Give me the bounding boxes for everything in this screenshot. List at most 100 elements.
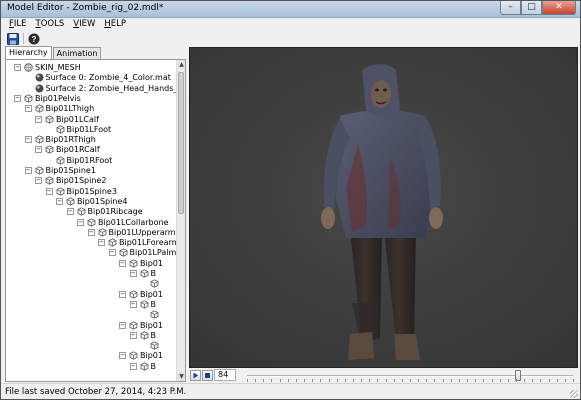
bone-icon: [98, 228, 107, 237]
tree-expander-icon[interactable]: −: [108, 249, 116, 257]
3d-viewport[interactable]: [189, 47, 578, 368]
scroll-down-arrow[interactable]: ▼: [177, 372, 185, 381]
title-bar[interactable]: Model Editor - Zombie_rig_02.mdl* – □ ✕: [1, 1, 580, 18]
bone-icon: [56, 125, 65, 134]
window-controls: – □ ✕: [500, 1, 576, 16]
tree-node-label: B: [150, 361, 157, 371]
play-icon: [193, 372, 198, 379]
help-button[interactable]: ?: [28, 33, 40, 45]
bone-icon: [150, 279, 159, 288]
timeline-tick: [475, 379, 477, 382]
window-title: Model Editor - Zombie_rig_02.mdl*: [7, 3, 164, 13]
timeline-tick: [247, 379, 248, 382]
save-icon: [7, 32, 19, 45]
bone-icon: [140, 331, 149, 340]
timeline-tick: [295, 379, 297, 382]
tree-expander-icon[interactable]: −: [24, 167, 32, 174]
timeline-tick: [483, 379, 485, 382]
tree-vertical-scrollbar[interactable]: ▲ ▼: [176, 60, 185, 381]
timeline-tick: [573, 379, 574, 382]
timeline-slider-track[interactable]: [247, 375, 573, 377]
frame-number-input[interactable]: 84: [214, 369, 236, 381]
bone-icon: [56, 186, 65, 196]
tab-hierarchy[interactable]: Hierarchy: [5, 46, 52, 59]
tree-node-label: B: [150, 299, 157, 309]
bone-icon: [45, 145, 54, 155]
bone-icon: [45, 114, 54, 124]
tree-expander-icon[interactable]: −: [35, 115, 42, 123]
bone-icon: [24, 94, 33, 103]
status-bar: File last saved October 27, 2014, 4:23 P…: [1, 383, 580, 399]
tree-expander-icon[interactable]: −: [98, 239, 105, 247]
timeline-tick: [499, 379, 501, 382]
hierarchy-tree[interactable]: − SKIN_MESH Surface 0: Zombie_4_Color.mat S…: [6, 60, 177, 381]
bone-icon: [35, 135, 44, 144]
timeline-tick: [507, 379, 509, 382]
tree-expander-icon[interactable]: −: [45, 187, 53, 195]
timeline-tick: [434, 379, 436, 382]
tree-expander-icon[interactable]: −: [129, 270, 137, 277]
tree-expander-icon[interactable]: −: [119, 259, 126, 267]
menu-tools[interactable]: TOOLS: [36, 18, 65, 31]
menu-view-label: IEW: [79, 19, 96, 29]
bone-icon: [66, 197, 75, 206]
tree-node-label: B: [150, 330, 157, 340]
bone-icon: [129, 351, 138, 361]
tree-expander-icon[interactable]: −: [14, 94, 21, 102]
menu-file-label: ILE: [13, 19, 27, 29]
hierarchy-tree-box: − SKIN_MESH Surface 0: Zombie_4_Color.mat S…: [5, 59, 186, 382]
timeline-tick: [279, 379, 281, 382]
tree-expander-icon[interactable]: −: [129, 331, 137, 339]
tree-expander-icon[interactable]: −: [87, 228, 95, 236]
tree-expander-icon[interactable]: −: [77, 218, 84, 226]
timeline-tick: [377, 379, 379, 382]
minimize-button[interactable]: –: [500, 1, 521, 15]
tree-expander-icon[interactable]: −: [24, 136, 32, 144]
bone-icon: [108, 238, 117, 247]
tree-expander-icon[interactable]: −: [24, 105, 32, 113]
bone-icon: [119, 248, 128, 258]
menu-help[interactable]: HELP: [104, 18, 126, 31]
timeline-tick: [556, 379, 558, 382]
tree-expander-icon[interactable]: −: [56, 197, 63, 205]
play-button[interactable]: [190, 370, 201, 381]
bone-icon: [140, 362, 149, 371]
bone-icon: [129, 289, 138, 299]
zombie-model-render: [190, 48, 577, 367]
tree-expander-icon[interactable]: −: [35, 146, 42, 154]
tree-expander-icon[interactable]: −: [66, 208, 74, 216]
save-button[interactable]: [7, 32, 19, 45]
scroll-thumb[interactable]: [178, 72, 184, 214]
tree-expander-icon[interactable]: −: [14, 64, 21, 71]
timeline-tick: [467, 379, 469, 382]
timeline-tick: [344, 379, 346, 382]
tree-expander-icon[interactable]: −: [129, 362, 137, 370]
timeline-tick: [442, 379, 444, 382]
bone-icon: [35, 166, 44, 175]
tree-expander-icon[interactable]: −: [119, 321, 126, 329]
menu-file[interactable]: FILE: [9, 18, 27, 31]
bone-icon: [150, 310, 159, 319]
tree-expander-icon[interactable]: −: [119, 290, 126, 298]
menu-view[interactable]: VIEW: [73, 18, 95, 31]
menu-tools-label: OOLS: [40, 19, 65, 29]
scroll-up-arrow[interactable]: ▲: [177, 60, 185, 69]
bone-icon: [87, 217, 96, 227]
close-button[interactable]: ✕: [542, 1, 576, 15]
tree-expander-icon[interactable]: −: [129, 300, 137, 308]
tab-animation[interactable]: Animation: [52, 47, 102, 59]
tree-expander-icon[interactable]: −: [119, 352, 126, 360]
timeline-tick: [352, 379, 354, 382]
stop-button[interactable]: [202, 370, 213, 381]
timeline-tick: [491, 379, 493, 382]
material-icon: [35, 73, 44, 82]
resize-grip[interactable]: [570, 390, 578, 398]
maximize-button[interactable]: □: [521, 1, 542, 15]
timeline-tick: [369, 379, 371, 382]
timeline-tick: [458, 379, 460, 382]
mesh-icon: [24, 63, 33, 72]
tree-expander-icon[interactable]: −: [35, 177, 42, 185]
bone-icon: [56, 156, 65, 165]
material-icon: [35, 84, 44, 93]
bone-icon: [77, 207, 86, 216]
